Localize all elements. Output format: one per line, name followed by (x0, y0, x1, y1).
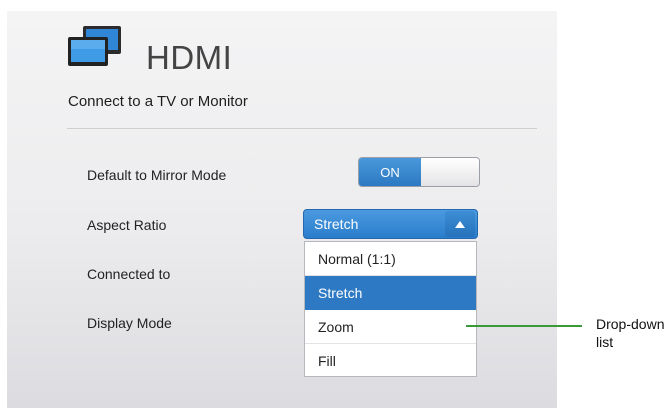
aspect-ratio-label: Aspect Ratio (87, 217, 167, 233)
aspect-ratio-value: Stretch (314, 216, 359, 232)
mirror-mode-label: Default to Mirror Mode (87, 167, 227, 183)
connected-to-label: Connected to (87, 266, 171, 282)
option-stretch[interactable]: Stretch (305, 276, 476, 310)
divider (67, 128, 537, 129)
page-title: HDMI (146, 39, 233, 76)
page-subtitle: Connect to a TV or Monitor (68, 93, 248, 110)
toggle-knob[interactable] (421, 158, 479, 186)
aspect-ratio-select[interactable]: Stretch (303, 209, 478, 239)
callout-line-1: Drop-down (596, 316, 665, 332)
callout-line-2: list (596, 334, 614, 350)
callout-label: Drop-down list (596, 315, 666, 351)
mirror-mode-toggle[interactable]: ON (358, 157, 480, 187)
aspect-ratio-dropdown-list: Normal (1:1) Stretch Zoom Fill (304, 241, 477, 377)
dual-monitor-icon (68, 26, 121, 66)
option-zoom[interactable]: Zoom (305, 310, 476, 344)
option-fill[interactable]: Fill (305, 344, 476, 378)
toggle-on-state: ON (359, 158, 421, 186)
chevron-up-icon[interactable] (445, 211, 475, 237)
option-normal[interactable]: Normal (1:1) (305, 242, 476, 276)
display-mode-label: Display Mode (87, 315, 172, 331)
callout-line (466, 325, 582, 327)
